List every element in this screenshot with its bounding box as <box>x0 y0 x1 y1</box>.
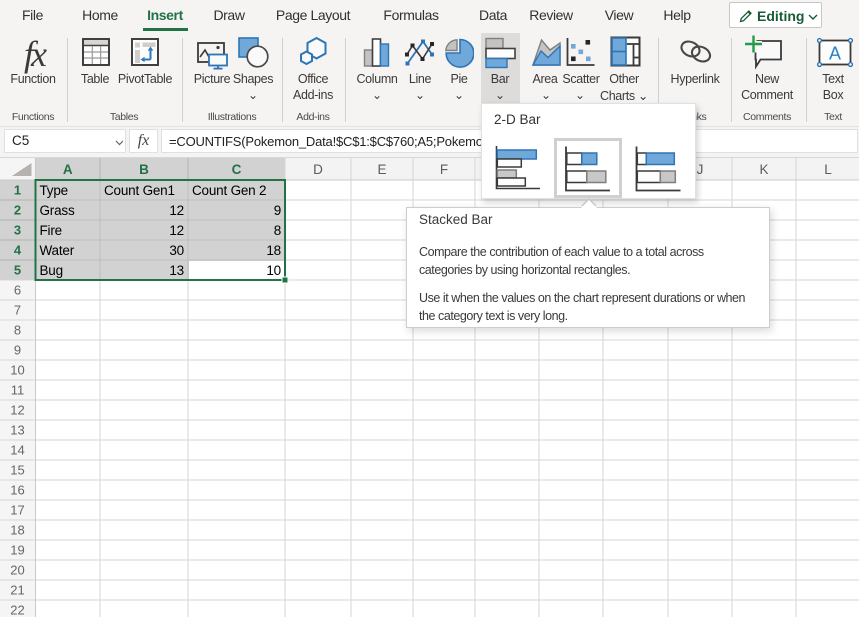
svg-text:E: E <box>377 162 386 177</box>
svg-text:17: 17 <box>10 503 24 518</box>
svg-text:F: F <box>440 162 448 177</box>
svg-text:B: B <box>139 162 149 177</box>
svg-text:3: 3 <box>14 223 21 238</box>
svg-text:9: 9 <box>274 203 281 218</box>
svg-text:Type: Type <box>40 183 68 198</box>
svg-text:12: 12 <box>169 203 184 218</box>
svg-text:30: 30 <box>169 243 184 258</box>
svg-text:2: 2 <box>14 203 21 218</box>
svg-text:Water: Water <box>40 243 75 258</box>
svg-text:4: 4 <box>14 243 22 258</box>
svg-text:12: 12 <box>169 223 184 238</box>
svg-text:10: 10 <box>266 263 281 278</box>
svg-text:K: K <box>759 162 768 177</box>
svg-text:5: 5 <box>14 263 21 278</box>
svg-text:D: D <box>313 162 323 177</box>
svg-text:13: 13 <box>10 423 24 438</box>
svg-text:16: 16 <box>10 483 24 498</box>
svg-text:Grass: Grass <box>40 203 75 218</box>
svg-text:Count Gen 2: Count Gen 2 <box>192 183 266 198</box>
svg-text:13: 13 <box>169 263 184 278</box>
svg-text:15: 15 <box>10 463 24 478</box>
svg-text:Bug: Bug <box>40 263 63 278</box>
svg-text:9: 9 <box>14 343 21 358</box>
svg-text:10: 10 <box>10 363 24 378</box>
svg-text:1: 1 <box>14 183 21 198</box>
svg-text:J: J <box>697 162 704 177</box>
svg-text:18: 18 <box>10 523 24 538</box>
svg-text:8: 8 <box>14 323 21 338</box>
svg-text:C: C <box>232 162 242 177</box>
svg-text:19: 19 <box>10 543 24 558</box>
svg-text:A: A <box>63 162 73 177</box>
svg-text:12: 12 <box>10 403 24 418</box>
svg-text:L: L <box>824 162 832 177</box>
svg-text:Count Gen1: Count Gen1 <box>104 183 175 198</box>
svg-text:8: 8 <box>274 223 281 238</box>
svg-text:14: 14 <box>10 443 24 458</box>
svg-text:11: 11 <box>11 383 25 398</box>
svg-text:7: 7 <box>14 303 21 318</box>
svg-text:20: 20 <box>10 563 24 578</box>
svg-text:18: 18 <box>266 243 281 258</box>
svg-text:Fire: Fire <box>40 223 62 238</box>
svg-text:22: 22 <box>10 603 24 617</box>
svg-text:21: 21 <box>10 583 24 598</box>
svg-text:6: 6 <box>14 283 21 298</box>
svg-text:A: A <box>829 44 841 64</box>
